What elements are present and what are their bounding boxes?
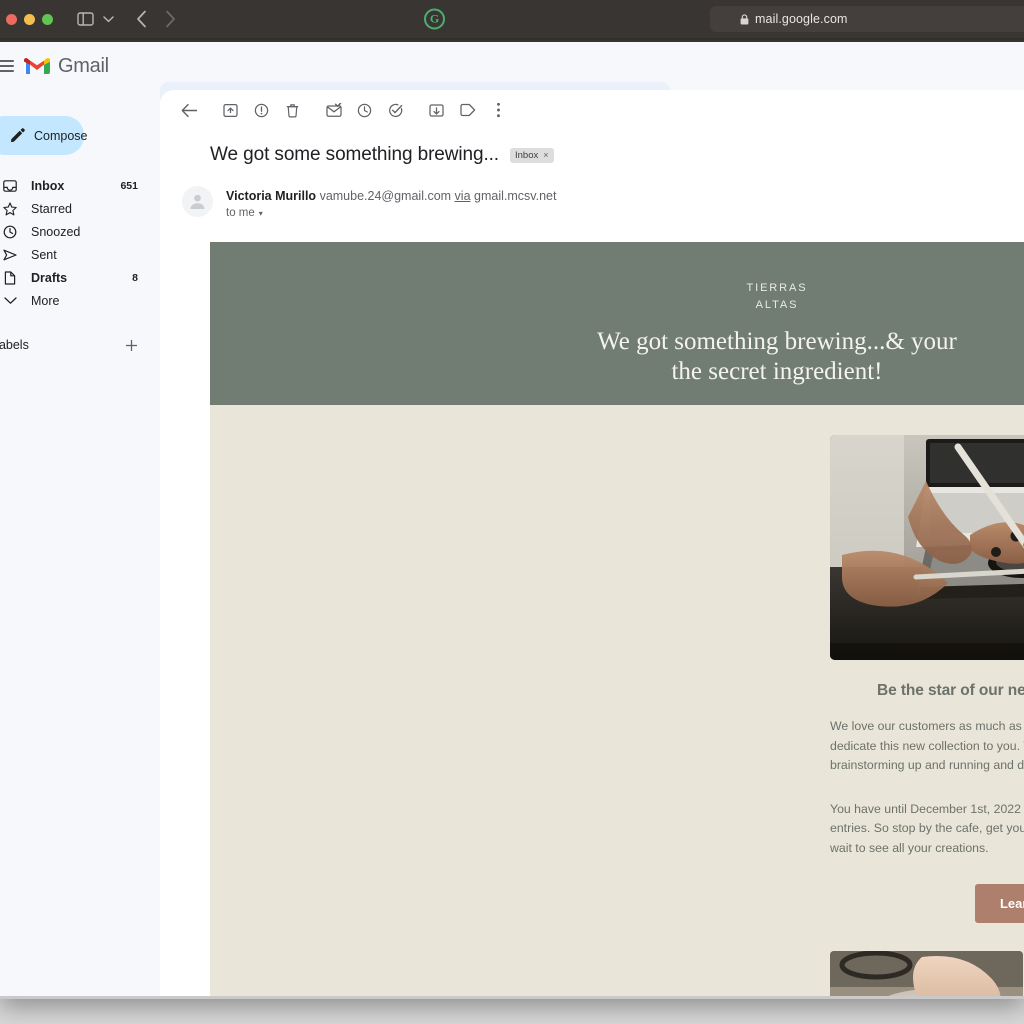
plus-icon[interactable] bbox=[125, 339, 138, 352]
zoom-window-button[interactable] bbox=[42, 13, 53, 25]
add-to-tasks-icon[interactable] bbox=[380, 95, 411, 126]
gmail-logo[interactable]: Gmail bbox=[24, 55, 109, 78]
pencil-icon bbox=[10, 128, 25, 143]
sender-row: Victoria Murillo vamube.24@gmail.com via… bbox=[160, 166, 1024, 219]
subject-row: We got some something brewing... Inbox × bbox=[160, 130, 1024, 166]
gmail-app: Gmail Search mail Compose Inbox 651 Star… bbox=[0, 42, 1024, 996]
mark-unread-icon[interactable] bbox=[318, 95, 349, 126]
back-arrow-icon[interactable] bbox=[136, 10, 147, 28]
sidebar-item-label: Snoozed bbox=[31, 224, 81, 239]
avatar bbox=[182, 186, 213, 217]
browser-window: G mail.google.com Gmail Search mail Comp… bbox=[0, 0, 1024, 996]
email-paragraph-2: You have until December 1st, 2022 to sub… bbox=[830, 801, 1024, 855]
send-icon bbox=[2, 248, 18, 262]
sidebar-item-starred[interactable]: Starred bbox=[0, 197, 160, 220]
email-body-panel: Be the star of our new limited coffee co… bbox=[210, 405, 1024, 996]
learn-more-button[interactable]: Learn More bbox=[974, 884, 1024, 923]
url-text: mail.google.com bbox=[755, 12, 848, 26]
sidebar-item-drafts[interactable]: Drafts 8 bbox=[0, 266, 160, 289]
sidebar-toggle-icon[interactable] bbox=[77, 12, 94, 26]
sender-meta: Victoria Murillo vamube.24@gmail.com via… bbox=[226, 186, 556, 219]
banner-headline: We got something brewing...& your the se… bbox=[210, 327, 1024, 387]
sender-name: Victoria Murillo bbox=[226, 189, 317, 203]
labels-section-header: Labels bbox=[0, 338, 160, 352]
chevron-down-icon bbox=[2, 296, 18, 305]
sender-line: Victoria Murillo vamube.24@gmail.com via… bbox=[226, 189, 556, 203]
sidebar-nav-list: Inbox 651 Starred Snoozed Sent Drafts 8 … bbox=[0, 174, 160, 312]
reading-pane: We got some something brewing... Inbox ×… bbox=[160, 90, 1024, 996]
draft-file-icon bbox=[2, 270, 18, 285]
message-subject: We got some something brewing... bbox=[210, 144, 499, 165]
close-window-button[interactable] bbox=[6, 13, 17, 25]
email-content: TIERRAS ALTAS We got something brewing..… bbox=[210, 242, 1024, 996]
window-controls bbox=[0, 13, 53, 25]
clock-icon bbox=[2, 225, 18, 239]
inbox-unread-count: 651 bbox=[120, 179, 138, 192]
close-icon[interactable]: × bbox=[543, 150, 548, 160]
email-heading: Be the star of our new limited coffee co… bbox=[877, 682, 1024, 699]
sidebar-item-inbox[interactable]: Inbox 651 bbox=[0, 174, 160, 197]
gmail-m-icon bbox=[24, 58, 50, 74]
banner-headline-line1: We got something brewing...& your bbox=[597, 328, 957, 355]
sidebar-item-label: More bbox=[31, 293, 60, 308]
message-toolbar bbox=[160, 90, 1024, 130]
cta-wrapper: Learn More bbox=[830, 884, 1024, 923]
sidebar-item-label: Inbox bbox=[31, 178, 65, 193]
forward-arrow-icon[interactable] bbox=[165, 10, 176, 28]
report-spam-icon[interactable] bbox=[246, 95, 277, 126]
email-content-column: Be the star of our new limited coffee co… bbox=[830, 435, 1024, 996]
inbox-label-chip[interactable]: Inbox × bbox=[509, 147, 554, 163]
labels-title: Labels bbox=[0, 338, 29, 352]
compose-label: Compose bbox=[34, 128, 88, 143]
person-avatar-icon bbox=[190, 194, 205, 209]
minimize-window-button[interactable] bbox=[24, 13, 35, 25]
move-to-icon[interactable] bbox=[421, 95, 452, 126]
inbox-icon bbox=[2, 179, 18, 193]
chevron-down-icon[interactable] bbox=[103, 15, 114, 23]
hamburger-menu-icon[interactable] bbox=[0, 60, 14, 72]
sender-email: vamube.24@gmail.com bbox=[319, 189, 452, 203]
delete-icon[interactable] bbox=[277, 95, 308, 126]
compose-button[interactable]: Compose bbox=[0, 116, 88, 155]
sidebar-item-sent[interactable]: Sent bbox=[0, 243, 160, 266]
window-bottom-edge bbox=[0, 996, 1024, 999]
sidebar-item-label: Sent bbox=[31, 247, 57, 262]
recipient-label: to me bbox=[226, 207, 255, 219]
gmail-sidebar: Compose Inbox 651 Starred Snoozed Sent D… bbox=[0, 90, 160, 996]
chip-label: Inbox bbox=[514, 149, 539, 161]
archive-icon[interactable] bbox=[215, 95, 246, 126]
brand-name-line1: TIERRAS bbox=[746, 282, 808, 294]
label-icon[interactable] bbox=[452, 95, 483, 126]
sidebar-item-label: Drafts bbox=[31, 270, 68, 285]
browser-titlebar: G mail.google.com bbox=[0, 0, 1024, 38]
address-bar[interactable]: mail.google.com bbox=[710, 6, 1024, 32]
sidebar-item-snoozed[interactable]: Snoozed bbox=[0, 220, 160, 243]
gmail-wordmark: Gmail bbox=[58, 54, 109, 77]
snooze-icon[interactable] bbox=[349, 95, 380, 126]
email-paragraph-1: We love our customers as much as we love… bbox=[830, 719, 1024, 772]
back-arrow-icon[interactable] bbox=[174, 95, 205, 126]
thumbnail-coffee-beans bbox=[830, 951, 1023, 996]
banner-headline-line2: the secret ingredient! bbox=[671, 358, 883, 385]
banner-inner: TIERRAS ALTAS We got something brewing..… bbox=[210, 280, 1024, 387]
recipient-row[interactable]: to me ▾ bbox=[226, 207, 556, 219]
email-banner: TIERRAS ALTAS We got something brewing..… bbox=[210, 242, 1024, 405]
drafts-count: 8 bbox=[132, 271, 138, 284]
lock-icon bbox=[740, 13, 749, 25]
via-domain: gmail.mcsv.net bbox=[474, 189, 557, 203]
thumbnail-row bbox=[830, 951, 1024, 996]
star-icon bbox=[2, 201, 18, 216]
grammarly-extension-icon[interactable]: G bbox=[424, 8, 445, 30]
hero-image bbox=[830, 435, 1024, 660]
brand-name-line2: ALTAS bbox=[755, 299, 799, 311]
sidebar-item-more[interactable]: More bbox=[0, 289, 160, 312]
more-options-icon[interactable] bbox=[483, 95, 514, 126]
chevron-down-icon[interactable]: ▾ bbox=[259, 209, 263, 218]
via-word: via bbox=[454, 189, 471, 203]
sidebar-item-label: Starred bbox=[31, 201, 72, 216]
